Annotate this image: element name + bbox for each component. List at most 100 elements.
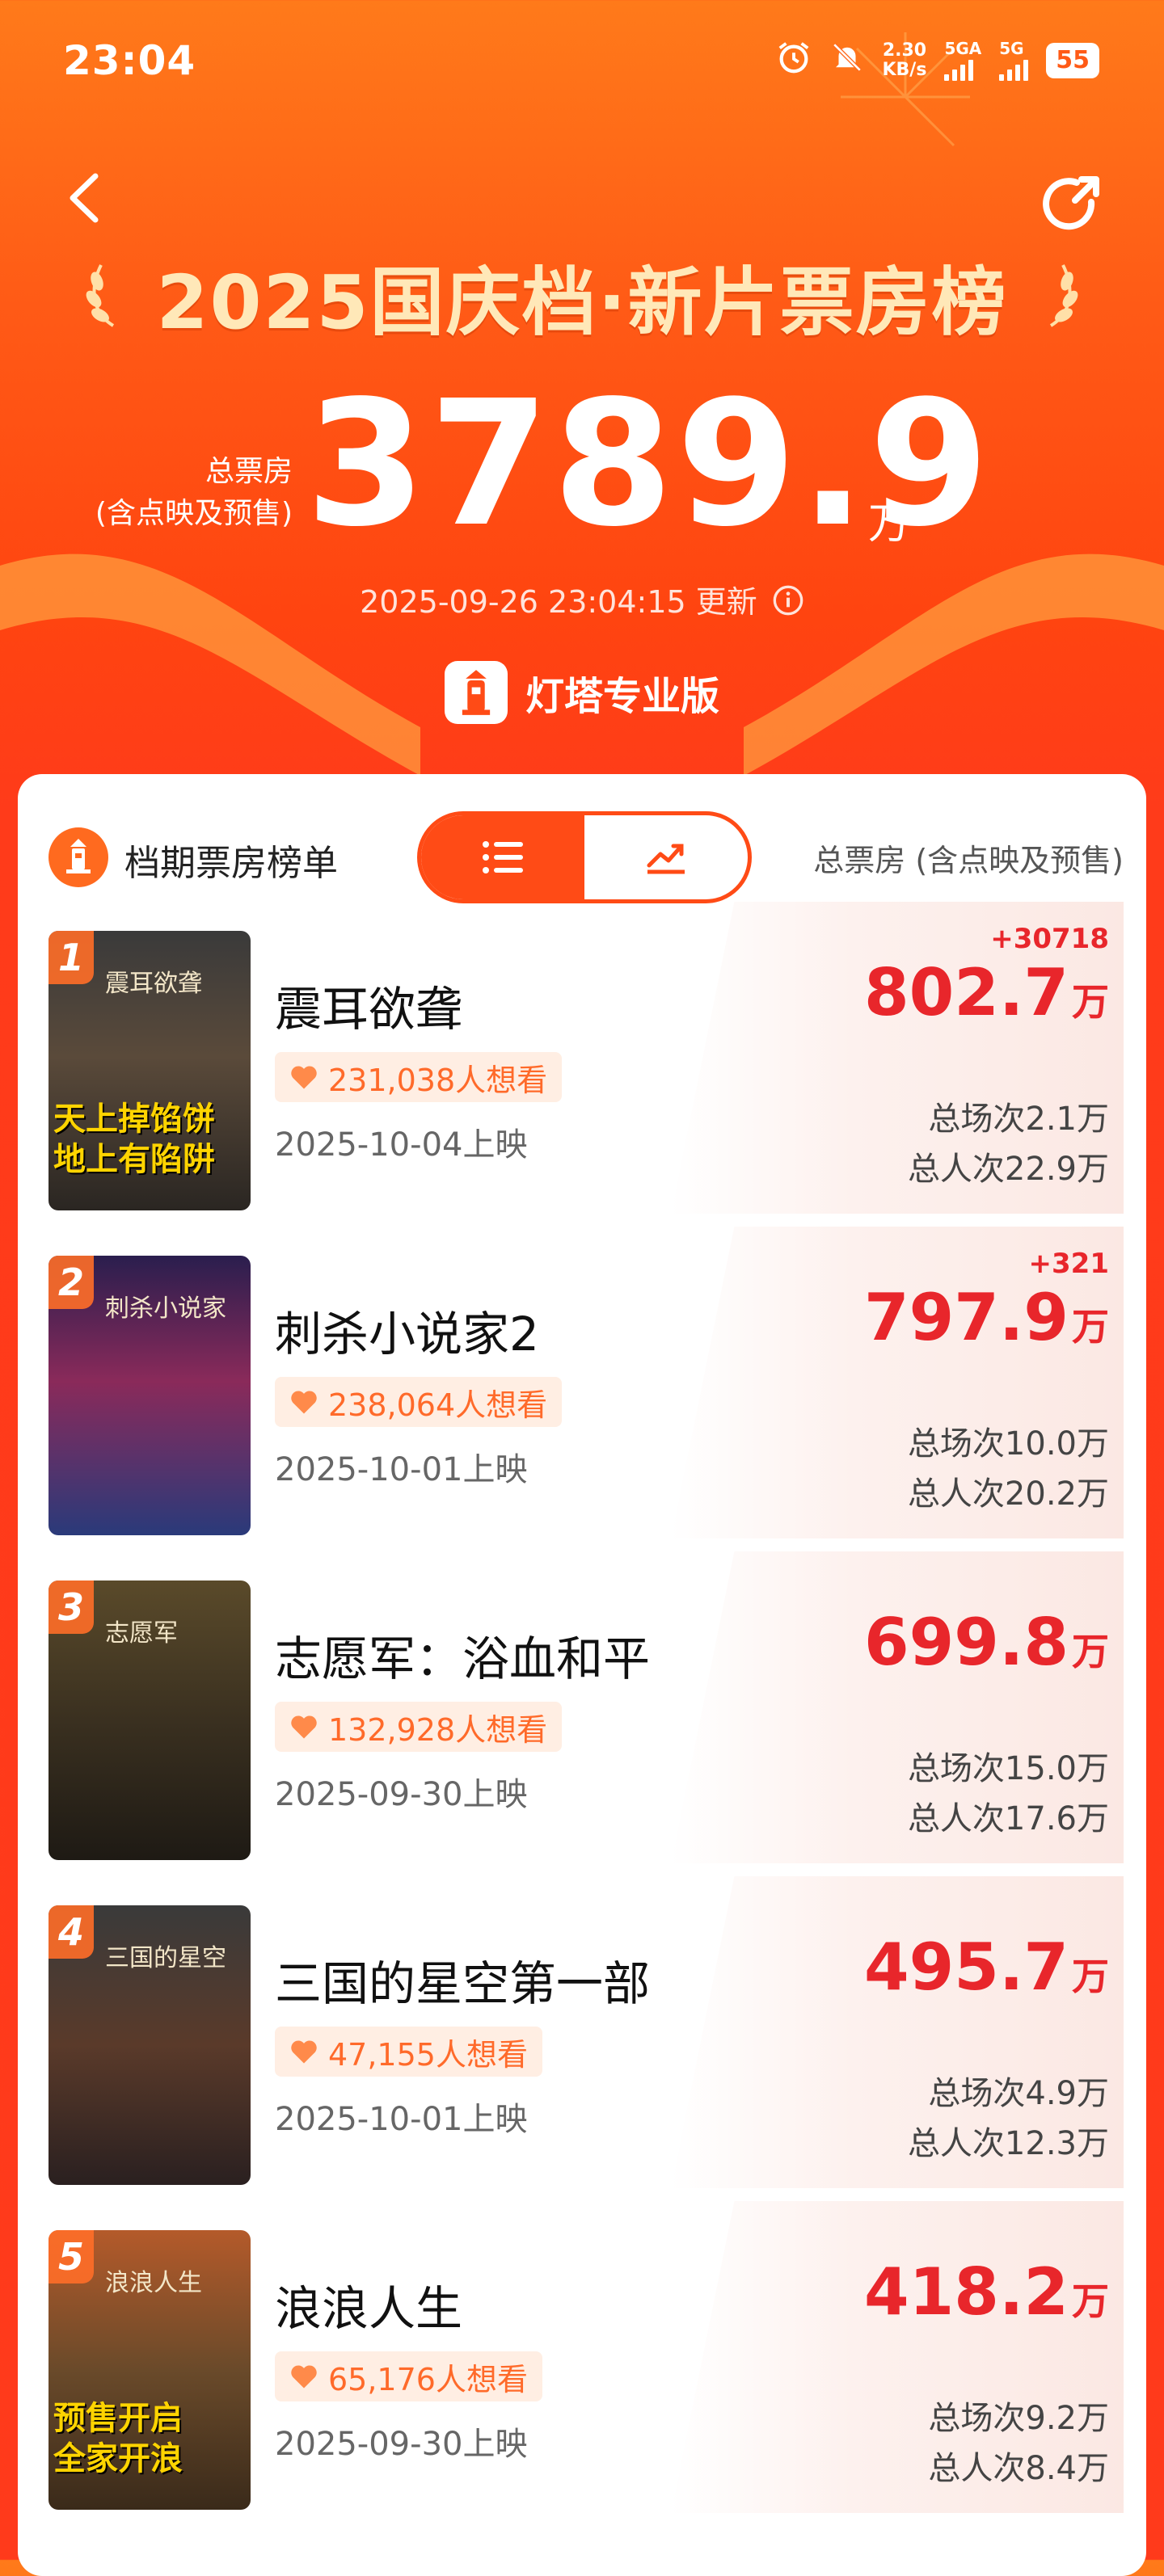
ranking-title: 档期票房榜单 (124, 843, 338, 884)
want-to-watch-badge: 132,928人想看 (275, 1702, 563, 1752)
movie-poster[interactable]: 志愿军 3 (48, 1581, 251, 1860)
list-view-button[interactable] (421, 815, 584, 899)
battery-indicator: 55 (1046, 42, 1099, 78)
movie-row[interactable]: 三国的星空 4 三国的星空第一部 47,155人想看 2025-10-01上映 … (18, 1876, 1146, 2230)
brand: 灯塔专业版 (0, 661, 1164, 724)
sim2-label: 5G (999, 38, 1024, 58)
signal-bars-icon (944, 58, 974, 81)
want-count: 132,928人想看 (328, 1711, 548, 1748)
rank-badge: 5 (48, 2230, 94, 2283)
info-icon[interactable] (772, 584, 804, 624)
total-box-office: 总票房 (含点映及预售) 3789.9 万 (0, 372, 1164, 566)
movie-row[interactable]: 刺杀小说家 2 刺杀小说家2 238,064人想看 2025-10-01上映 +… (18, 1227, 1146, 1581)
box-office-value: 802.7万 (864, 957, 1109, 1038)
update-time: 2025-09-26 23:04:15 更新 (0, 577, 1164, 624)
heart-icon (291, 1715, 317, 1739)
box-office-unit: 万 (1072, 1630, 1109, 1673)
poster-title: 刺杀小说家 (105, 1294, 226, 1323)
signal-bars-icon (999, 58, 1029, 81)
movie-title[interactable]: 三国的星空第一部 (275, 1946, 650, 2014)
total-viewers: 总人次17.6万 (907, 1800, 1109, 1837)
box-office-delta: +30718 (990, 923, 1109, 955)
want-count: 65,176人想看 (328, 2361, 528, 2397)
want-count: 238,064人想看 (328, 1387, 548, 1423)
movie-title[interactable]: 震耳欲聋 (275, 971, 462, 1039)
box-office-value: 418.2万 (864, 2256, 1109, 2338)
total-viewers: 总人次12.3万 (907, 2125, 1109, 2162)
total-label-line1: 总票房 (205, 455, 293, 488)
chart-view-button[interactable] (584, 815, 748, 899)
lighthouse-logo-icon (444, 661, 508, 724)
chevron-left-icon (70, 173, 99, 223)
heart-icon (291, 2365, 317, 2389)
box-office-unit: 万 (1072, 2279, 1109, 2323)
poster-title: 三国的星空 (105, 1944, 226, 1972)
total-viewers: 总人次22.9万 (907, 1151, 1109, 1188)
movie-row[interactable]: 震耳欲聋 天上掉馅饼 地上有陷阱 1 震耳欲聋 231,038人想看 2025-… (18, 902, 1146, 1256)
movie-poster[interactable]: 震耳欲聋 天上掉馅饼 地上有陷阱 1 (48, 931, 251, 1210)
poster-title: 志愿军 (105, 1619, 178, 1648)
ranking-lighthouse-icon (48, 827, 108, 887)
box-office-unit: 万 (1072, 1955, 1109, 1998)
box-office-number: 418.2 (863, 2254, 1069, 2330)
box-office-delta: +321 (1028, 1248, 1109, 1280)
poster-title: 震耳欲聋 (105, 970, 202, 998)
total-shows: 总场次4.9万 (928, 2075, 1109, 2112)
want-to-watch-badge: 238,064人想看 (275, 1377, 563, 1427)
sim1-label: 5GA (944, 38, 982, 58)
want-count: 231,038人想看 (328, 1062, 548, 1098)
heart-icon (291, 2040, 317, 2064)
box-office-unit: 万 (1072, 980, 1109, 1024)
box-office-value: 797.9万 (864, 1282, 1109, 1363)
movie-poster[interactable]: 刺杀小说家 2 (48, 1256, 251, 1535)
box-office-value: 699.8万 (864, 1606, 1109, 1688)
release-date: 2025-10-04上映 (275, 1126, 528, 1164)
trend-chart-icon (647, 844, 685, 874)
heart-icon (291, 1066, 317, 1089)
list-icon (483, 841, 523, 873)
alarm-icon (775, 39, 812, 82)
release-date: 2025-10-01上映 (275, 1451, 528, 1488)
total-shows: 总场次9.2万 (928, 2400, 1109, 2437)
box-office-value: 495.7万 (864, 1931, 1109, 2013)
box-office-number: 802.7 (863, 955, 1069, 1030)
box-office-unit: 万 (1072, 1305, 1109, 1349)
share-icon (1043, 176, 1099, 230)
release-date: 2025-09-30上映 (275, 1776, 528, 1813)
movie-row[interactable]: 志愿军 3 志愿军：浴血和平 132,928人想看 2025-09-30上映 6… (18, 1551, 1146, 1905)
mute-bell-icon (830, 39, 864, 82)
back-button[interactable] (65, 170, 105, 226)
total-viewers: 总人次20.2万 (907, 1475, 1109, 1513)
total-shows: 总场次15.0万 (907, 1750, 1109, 1787)
page-title: 2025国庆档·新片票房榜 (156, 259, 1008, 346)
total-shows: 总场次10.0万 (907, 1425, 1109, 1463)
want-to-watch-badge: 65,176人想看 (275, 2351, 542, 2401)
want-to-watch-badge: 47,155人想看 (275, 2027, 542, 2077)
update-time-text: 2025-09-26 23:04:15 更新 (360, 584, 757, 620)
box-office-number: 797.9 (863, 1280, 1069, 1355)
total-unit: 万 (868, 500, 911, 549)
status-icons: 2.30 KB/s 5GA 5G 55 (775, 39, 1099, 82)
movie-poster[interactable]: 浪浪人生 预售开启 全家开浪 5 (48, 2230, 251, 2510)
box-office-number: 699.8 (863, 1605, 1069, 1680)
movie-row[interactable]: 浪浪人生 预售开启 全家开浪 5 浪浪人生 65,176人想看 2025-09-… (18, 2201, 1146, 2555)
rank-badge: 4 (48, 1905, 94, 1959)
movie-title[interactable]: 志愿军：浴血和平 (275, 1621, 650, 1689)
want-count: 47,155人想看 (328, 2036, 528, 2073)
network-speed: 2.30 KB/s (882, 40, 926, 80)
ranking-header: 档期票房榜单 总票房 (含点映及预售) (18, 774, 1146, 903)
movie-title[interactable]: 刺杀小说家2 (275, 1296, 539, 1364)
rank-badge: 3 (48, 1581, 94, 1634)
share-button[interactable] (1035, 168, 1107, 241)
heart-icon (291, 1391, 317, 1414)
status-time: 23:04 (63, 37, 196, 84)
rank-badge: 1 (48, 931, 94, 984)
total-viewers: 总人次8.4万 (928, 2450, 1109, 2487)
release-date: 2025-10-01上映 (275, 2101, 528, 2138)
total-label-line2: (含点映及预售) (95, 497, 293, 530)
movie-poster[interactable]: 三国的星空 4 (48, 1905, 251, 2185)
brand-name: 灯塔专业版 (525, 674, 719, 719)
movie-title[interactable]: 浪浪人生 (275, 2271, 462, 2338)
home-indicator[interactable] (348, 2526, 816, 2537)
release-date: 2025-09-30上映 (275, 2426, 528, 2463)
